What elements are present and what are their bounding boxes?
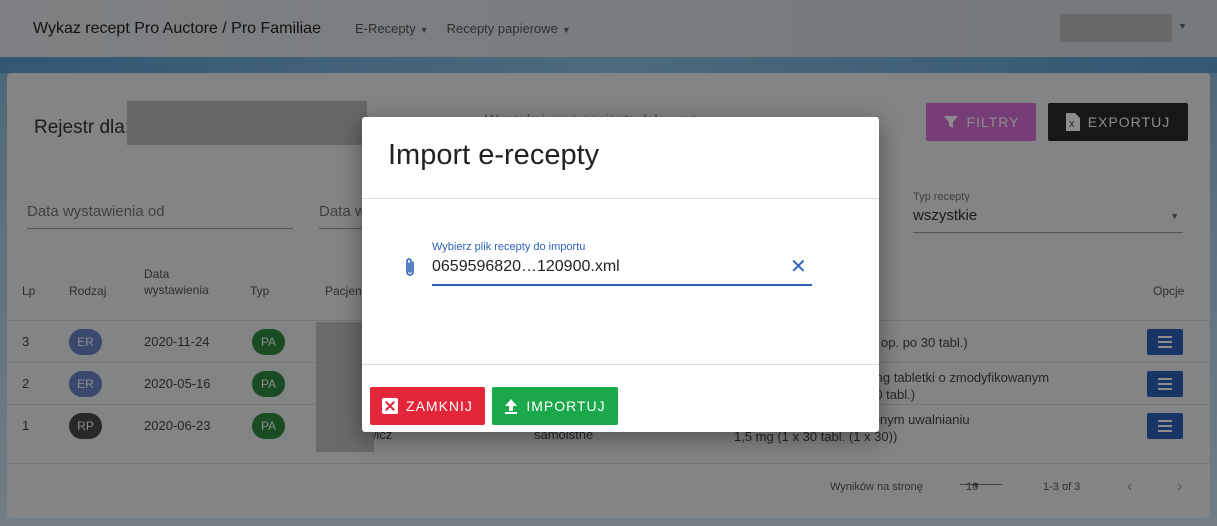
import-modal: Import e-recepty Wybierz plik recepty do…	[362, 117, 879, 432]
upload-icon	[505, 399, 518, 414]
divider	[362, 364, 879, 365]
import-button[interactable]: IMPORTUJ	[492, 387, 618, 425]
divider	[362, 198, 879, 199]
file-input[interactable]: Wybierz plik recepty do importu 06595968…	[432, 241, 812, 286]
paperclip-icon[interactable]	[404, 256, 416, 278]
close-icon	[382, 398, 399, 414]
modal-title: Import e-recepty	[388, 139, 600, 171]
close-button[interactable]: ZAMKNIJ	[370, 387, 485, 425]
clear-icon[interactable]: ✕	[790, 257, 807, 277]
